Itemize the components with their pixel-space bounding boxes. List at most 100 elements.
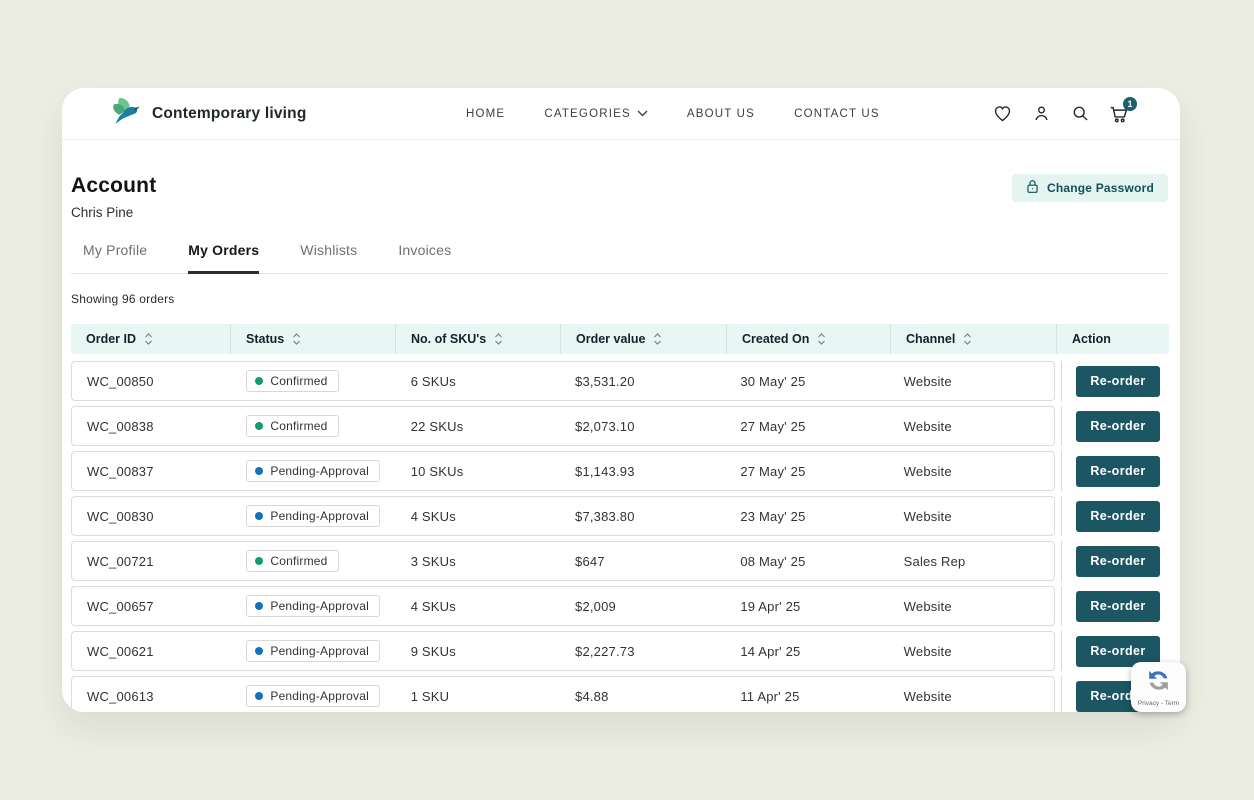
table-row: WC_00657 Pending-Approval 4 SKUs $2,009 … xyxy=(71,586,1169,626)
status-badge: Pending-Approval xyxy=(246,505,380,527)
order-row-main: WC_00613 Pending-Approval 1 SKU $4.88 11… xyxy=(71,676,1055,712)
status-dot xyxy=(255,467,263,475)
cell-status: Pending-Approval xyxy=(231,505,395,527)
main-content: Account Chris Pine Change Password My Pr… xyxy=(62,174,1180,712)
nav-item-about-us[interactable]: ABOUT US xyxy=(681,107,761,121)
tab-my-orders[interactable]: My Orders xyxy=(188,242,259,274)
account-page-card: Contemporary living HOME CATEGORIES ABOU… xyxy=(62,88,1180,712)
cell-status: Pending-Approval xyxy=(231,460,395,482)
status-dot xyxy=(255,602,263,610)
nav-item-categories[interactable]: CATEGORIES xyxy=(538,107,654,121)
orders-summary: Showing 96 orders xyxy=(71,292,1168,306)
tab-invoices[interactable]: Invoices xyxy=(398,242,451,274)
table-row: WC_00721 Confirmed 3 SKUs $647 08 May' 2… xyxy=(71,541,1169,581)
status-dot xyxy=(255,647,263,655)
cell-status: Pending-Approval xyxy=(231,595,395,617)
user-name: Chris Pine xyxy=(71,205,156,220)
cell-sku-count: 6 SKUs xyxy=(396,374,560,389)
sort-icon xyxy=(963,333,972,345)
cell-channel: Website xyxy=(889,644,1054,659)
column-header-order-id[interactable]: Order ID xyxy=(71,324,231,354)
order-row-main: WC_00850 Confirmed 6 SKUs $3,531.20 30 M… xyxy=(71,361,1055,401)
cell-channel: Website xyxy=(889,509,1054,524)
status-badge: Confirmed xyxy=(246,370,338,392)
cell-sku-count: 1 SKU xyxy=(396,689,560,704)
nav-item-home[interactable]: HOME xyxy=(460,107,511,121)
cell-created-on: 27 May' 25 xyxy=(725,464,888,479)
cell-sku-count: 22 SKUs xyxy=(396,419,560,434)
status-dot xyxy=(255,692,263,700)
reorder-button[interactable]: Re-order xyxy=(1076,591,1160,622)
cell-order-value: $2,009 xyxy=(560,599,725,614)
column-header-channel[interactable]: Channel xyxy=(891,324,1057,354)
cell-order-value: $4.88 xyxy=(560,689,725,704)
cell-status: Confirmed xyxy=(231,550,395,572)
order-row-main: WC_00621 Pending-Approval 9 SKUs $2,227.… xyxy=(71,631,1055,671)
cell-order-id: WC_00837 xyxy=(72,464,231,479)
order-row-main: WC_00830 Pending-Approval 4 SKUs $7,383.… xyxy=(71,496,1055,536)
status-badge: Pending-Approval xyxy=(246,595,380,617)
cell-action: Re-order xyxy=(1061,541,1169,581)
column-header-order-value[interactable]: Order value xyxy=(561,324,727,354)
cart-icon[interactable]: 1 xyxy=(1108,103,1130,125)
cell-order-value: $1,143.93 xyxy=(560,464,725,479)
cell-order-value: $7,383.80 xyxy=(560,509,725,524)
cell-sku-count: 4 SKUs xyxy=(396,599,560,614)
tabs: My Profile My Orders Wishlists Invoices xyxy=(71,242,1168,274)
chevron-down-icon xyxy=(637,108,648,120)
cell-sku-count: 4 SKUs xyxy=(396,509,560,524)
wishlist-heart-icon[interactable] xyxy=(991,103,1013,125)
cell-sku-count: 3 SKUs xyxy=(396,554,560,569)
column-header-status[interactable]: Status xyxy=(231,324,396,354)
status-badge: Confirmed xyxy=(246,415,338,437)
reorder-button[interactable]: Re-order xyxy=(1076,411,1160,442)
cell-created-on: 23 May' 25 xyxy=(725,509,888,524)
nav-item-contact-us[interactable]: CONTACT US xyxy=(788,107,886,121)
reorder-button[interactable]: Re-order xyxy=(1076,501,1160,532)
cell-status: Pending-Approval xyxy=(231,640,395,662)
cell-channel: Website xyxy=(889,689,1054,704)
reorder-button[interactable]: Re-order xyxy=(1076,456,1160,487)
column-header-created-on[interactable]: Created On xyxy=(727,324,891,354)
tab-wishlists[interactable]: Wishlists xyxy=(300,242,357,274)
reorder-button[interactable]: Re-order xyxy=(1076,546,1160,577)
reorder-button[interactable]: Re-order xyxy=(1076,366,1160,397)
cell-order-value: $3,531.20 xyxy=(560,374,725,389)
cell-action: Re-order xyxy=(1061,586,1169,626)
cell-order-value: $647 xyxy=(560,554,725,569)
cell-status: Confirmed xyxy=(231,415,395,437)
cell-order-id: WC_00838 xyxy=(72,419,231,434)
cell-created-on: 14 Apr' 25 xyxy=(725,644,888,659)
sort-icon xyxy=(494,333,503,345)
order-row-main: WC_00837 Pending-Approval 10 SKUs $1,143… xyxy=(71,451,1055,491)
search-icon[interactable] xyxy=(1069,103,1091,125)
lock-icon xyxy=(1026,179,1039,197)
order-row-main: WC_00657 Pending-Approval 4 SKUs $2,009 … xyxy=(71,586,1055,626)
cell-channel: Sales Rep xyxy=(889,554,1054,569)
change-password-button[interactable]: Change Password xyxy=(1012,174,1168,202)
hummingbird-logo-icon xyxy=(110,97,140,130)
recaptcha-badge[interactable]: Privacy - Term xyxy=(1131,662,1186,712)
status-dot xyxy=(255,422,263,430)
status-dot xyxy=(255,512,263,520)
cell-order-id: WC_00621 xyxy=(72,644,231,659)
cell-channel: Website xyxy=(889,419,1054,434)
tab-my-profile[interactable]: My Profile xyxy=(83,242,147,274)
cell-sku-count: 9 SKUs xyxy=(396,644,560,659)
sort-icon xyxy=(144,333,153,345)
order-row-main: WC_00721 Confirmed 3 SKUs $647 08 May' 2… xyxy=(71,541,1055,581)
recaptcha-label: Privacy - Term xyxy=(1138,700,1179,707)
table-row: WC_00621 Pending-Approval 9 SKUs $2,227.… xyxy=(71,631,1169,671)
cell-channel: Website xyxy=(889,374,1054,389)
table-row: WC_00838 Confirmed 22 SKUs $2,073.10 27 … xyxy=(71,406,1169,446)
cell-channel: Website xyxy=(889,599,1054,614)
status-badge: Pending-Approval xyxy=(246,640,380,662)
status-dot xyxy=(255,557,263,565)
account-person-icon[interactable] xyxy=(1030,103,1052,125)
status-badge: Pending-Approval xyxy=(246,685,380,707)
column-header-no-of-sku-s[interactable]: No. of SKU's xyxy=(396,324,561,354)
cell-created-on: 19 Apr' 25 xyxy=(725,599,888,614)
cart-badge: 1 xyxy=(1123,97,1137,111)
cell-order-id: WC_00721 xyxy=(72,554,231,569)
cell-created-on: 11 Apr' 25 xyxy=(725,689,888,704)
